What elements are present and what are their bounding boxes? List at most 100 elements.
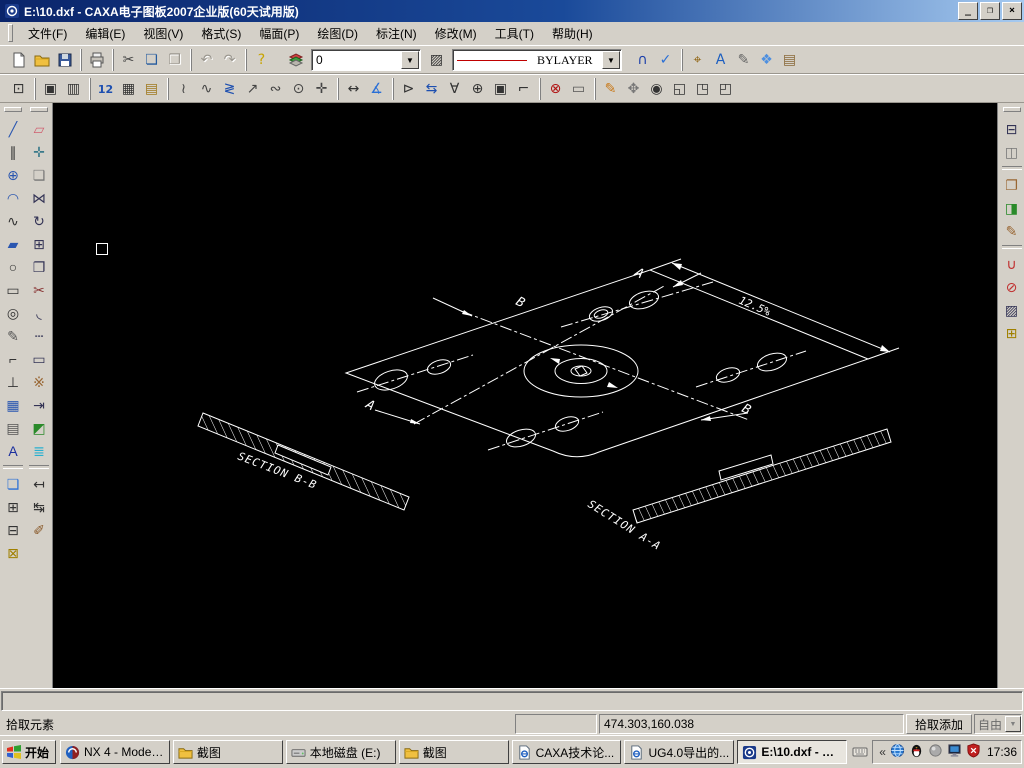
sketch-pencil-button[interactable]: ✎ bbox=[599, 78, 622, 100]
task-button-screenshot-1[interactable]: 截图 bbox=[172, 740, 283, 764]
help-button[interactable]: ? bbox=[250, 49, 273, 71]
solid-fill-button[interactable]: ▰ bbox=[1, 232, 25, 255]
cut-button[interactable]: ✂ bbox=[117, 49, 140, 71]
linetype-combobox[interactable]: BYLAYER ▼ bbox=[452, 49, 622, 71]
block-hide-button[interactable]: ⊟ bbox=[1000, 117, 1024, 140]
qq-messenger-tray-icon[interactable] bbox=[907, 743, 926, 761]
menu-modify[interactable]: 修改(M) bbox=[426, 23, 486, 44]
move-button[interactable]: ✛ bbox=[27, 140, 51, 163]
view-edit-button[interactable]: ✎ bbox=[732, 49, 755, 71]
redo-button[interactable]: ↷ bbox=[218, 49, 241, 71]
rotate-button[interactable]: ↻ bbox=[27, 209, 51, 232]
rectangle-button[interactable]: ▭ bbox=[1, 278, 25, 301]
close-button[interactable]: × bbox=[1002, 2, 1022, 20]
block-attribute-button[interactable]: ◨ bbox=[1000, 196, 1024, 219]
pick-mode-button[interactable]: 拾取添加 bbox=[906, 714, 972, 734]
menu-format[interactable]: 格式(S) bbox=[192, 23, 250, 44]
parallel-line-button[interactable]: ∥ bbox=[1, 140, 25, 163]
dim-step-button[interactable]: ⌐ bbox=[512, 78, 535, 100]
print-button[interactable] bbox=[85, 49, 108, 71]
format-brush-button[interactable]: ✐ bbox=[27, 518, 51, 541]
layer-combobox[interactable]: 0 ▼ bbox=[311, 49, 421, 71]
copy-object-button[interactable]: ❏ bbox=[27, 163, 51, 186]
toolbar-grip[interactable] bbox=[4, 107, 22, 112]
extend-button[interactable]: ⇥ bbox=[27, 393, 51, 416]
menu-dimension[interactable]: 标注(N) bbox=[367, 23, 426, 44]
block-modify-button[interactable]: ✎ bbox=[1000, 219, 1024, 242]
select-mode-combobox[interactable]: 自由 ▼ bbox=[974, 714, 1022, 734]
restore-button[interactable]: ❐ bbox=[980, 2, 1000, 20]
chamfer-button[interactable]: ⌐ bbox=[1, 347, 25, 370]
zoom-previous-button[interactable]: ◰ bbox=[714, 78, 737, 100]
ruler-measure-button[interactable]: ▭ bbox=[567, 78, 590, 100]
array-button[interactable]: ⊞ bbox=[27, 232, 51, 255]
print-preview-button[interactable]: ▤ bbox=[778, 49, 801, 71]
trim-scissors-button[interactable]: ✂ bbox=[27, 278, 51, 301]
menu-view[interactable]: 视图(V) bbox=[134, 23, 192, 44]
explode-button[interactable]: ※ bbox=[27, 370, 51, 393]
undo-button[interactable]: ↶ bbox=[195, 49, 218, 71]
tray-expand-button[interactable]: « bbox=[879, 745, 886, 759]
spline-button[interactable]: ∿ bbox=[1, 209, 25, 232]
input-method-icon[interactable] bbox=[850, 741, 870, 763]
dim-circle-button[interactable]: ⊕ bbox=[466, 78, 489, 100]
display-settings-tray-icon[interactable] bbox=[945, 743, 964, 761]
new-button[interactable] bbox=[7, 49, 30, 71]
task-button-local-disk-e[interactable]: 本地磁盘 (E:) bbox=[285, 740, 396, 764]
stretch-box-button[interactable]: ▭ bbox=[27, 347, 51, 370]
save-button[interactable] bbox=[53, 49, 76, 71]
grid-hatch-button[interactable]: ▦ bbox=[1, 393, 25, 416]
find-text-button[interactable]: A bbox=[709, 49, 732, 71]
menu-tools[interactable]: 工具(T) bbox=[486, 23, 543, 44]
menu-draw[interactable]: 绘图(D) bbox=[308, 23, 367, 44]
center-hole-button[interactable]: ⊙ bbox=[287, 78, 310, 100]
paste-button[interactable]: ❐ bbox=[163, 49, 186, 71]
task-button-caxa-dxf[interactable]: E:\10.dxf - CA... bbox=[737, 740, 848, 764]
polygon-button[interactable]: ◎ bbox=[1, 301, 25, 324]
task-button-ug-export[interactable]: UG4.0导出的... bbox=[624, 740, 735, 764]
cross-point-button[interactable]: ✛ bbox=[310, 78, 333, 100]
snap-point-button[interactable]: ✓ bbox=[654, 49, 677, 71]
task-button-screenshot-2[interactable]: 截图 bbox=[398, 740, 509, 764]
zoom-all-button[interactable]: ◳ bbox=[691, 78, 714, 100]
toolbar-grip[interactable] bbox=[1002, 107, 1021, 112]
dim-linear-button[interactable]: ↔ bbox=[342, 78, 365, 100]
axis-line-button[interactable]: ⊥ bbox=[1, 370, 25, 393]
ellipse-button[interactable]: ○ bbox=[1, 255, 25, 278]
circle-button[interactable]: ⊕ bbox=[1, 163, 25, 186]
select-mode-arrow[interactable]: ▼ bbox=[1005, 716, 1021, 732]
polyline-edit-button[interactable]: ≀ bbox=[172, 78, 195, 100]
block-create-button[interactable]: ❏ bbox=[1, 472, 25, 495]
dim-edit-button[interactable]: ↤ bbox=[27, 472, 51, 495]
dim-datum-button[interactable]: ⇆ bbox=[420, 78, 443, 100]
layer-state-button[interactable]: ▨ bbox=[425, 49, 448, 71]
layer-combobox-arrow[interactable]: ▼ bbox=[401, 51, 419, 69]
dim-tolerance-button[interactable]: ∀ bbox=[443, 78, 466, 100]
window-frame-button[interactable]: ▣ bbox=[39, 78, 62, 100]
zoom-extents-button[interactable]: ⊡ bbox=[7, 78, 30, 100]
network-globe-tray-icon[interactable] bbox=[888, 743, 907, 761]
line-button[interactable]: ╱ bbox=[1, 117, 25, 140]
volume-tray-icon[interactable] bbox=[926, 743, 945, 761]
section-hatch-button[interactable]: ▨ bbox=[1000, 298, 1024, 321]
block-new-button[interactable]: ⊞ bbox=[1000, 321, 1024, 344]
hatch-pen-button[interactable]: ✎ bbox=[1, 324, 25, 347]
wave-line-button[interactable]: ∿ bbox=[195, 78, 218, 100]
arrow-line-button[interactable]: ↗ bbox=[241, 78, 264, 100]
start-button[interactable]: 开始 bbox=[2, 740, 57, 764]
dim-drive-button[interactable]: ↹ bbox=[27, 495, 51, 518]
fillet-button[interactable]: ◟ bbox=[27, 301, 51, 324]
menu-paper[interactable]: 幅面(P) bbox=[250, 23, 308, 44]
menu-help[interactable]: 帮助(H) bbox=[543, 23, 602, 44]
linetype-combobox-arrow[interactable]: ▼ bbox=[602, 51, 620, 69]
zoom-window-button[interactable]: ◱ bbox=[668, 78, 691, 100]
edit-sequence-button[interactable]: 12 bbox=[94, 78, 117, 100]
toolbar-grip[interactable] bbox=[30, 107, 48, 112]
task-button-nx[interactable]: NX 4 - Modelin... bbox=[60, 740, 170, 764]
layer-move-button[interactable]: ≣ bbox=[27, 439, 51, 462]
dynamic-pan-button[interactable]: ⌖ bbox=[686, 49, 709, 71]
menu-file[interactable]: 文件(F) bbox=[19, 23, 76, 44]
solid-3d-button[interactable]: ◫ bbox=[1000, 140, 1024, 163]
sheet-edit-button[interactable]: ▤ bbox=[140, 78, 163, 100]
dim-leader-button[interactable]: ⊳ bbox=[397, 78, 420, 100]
